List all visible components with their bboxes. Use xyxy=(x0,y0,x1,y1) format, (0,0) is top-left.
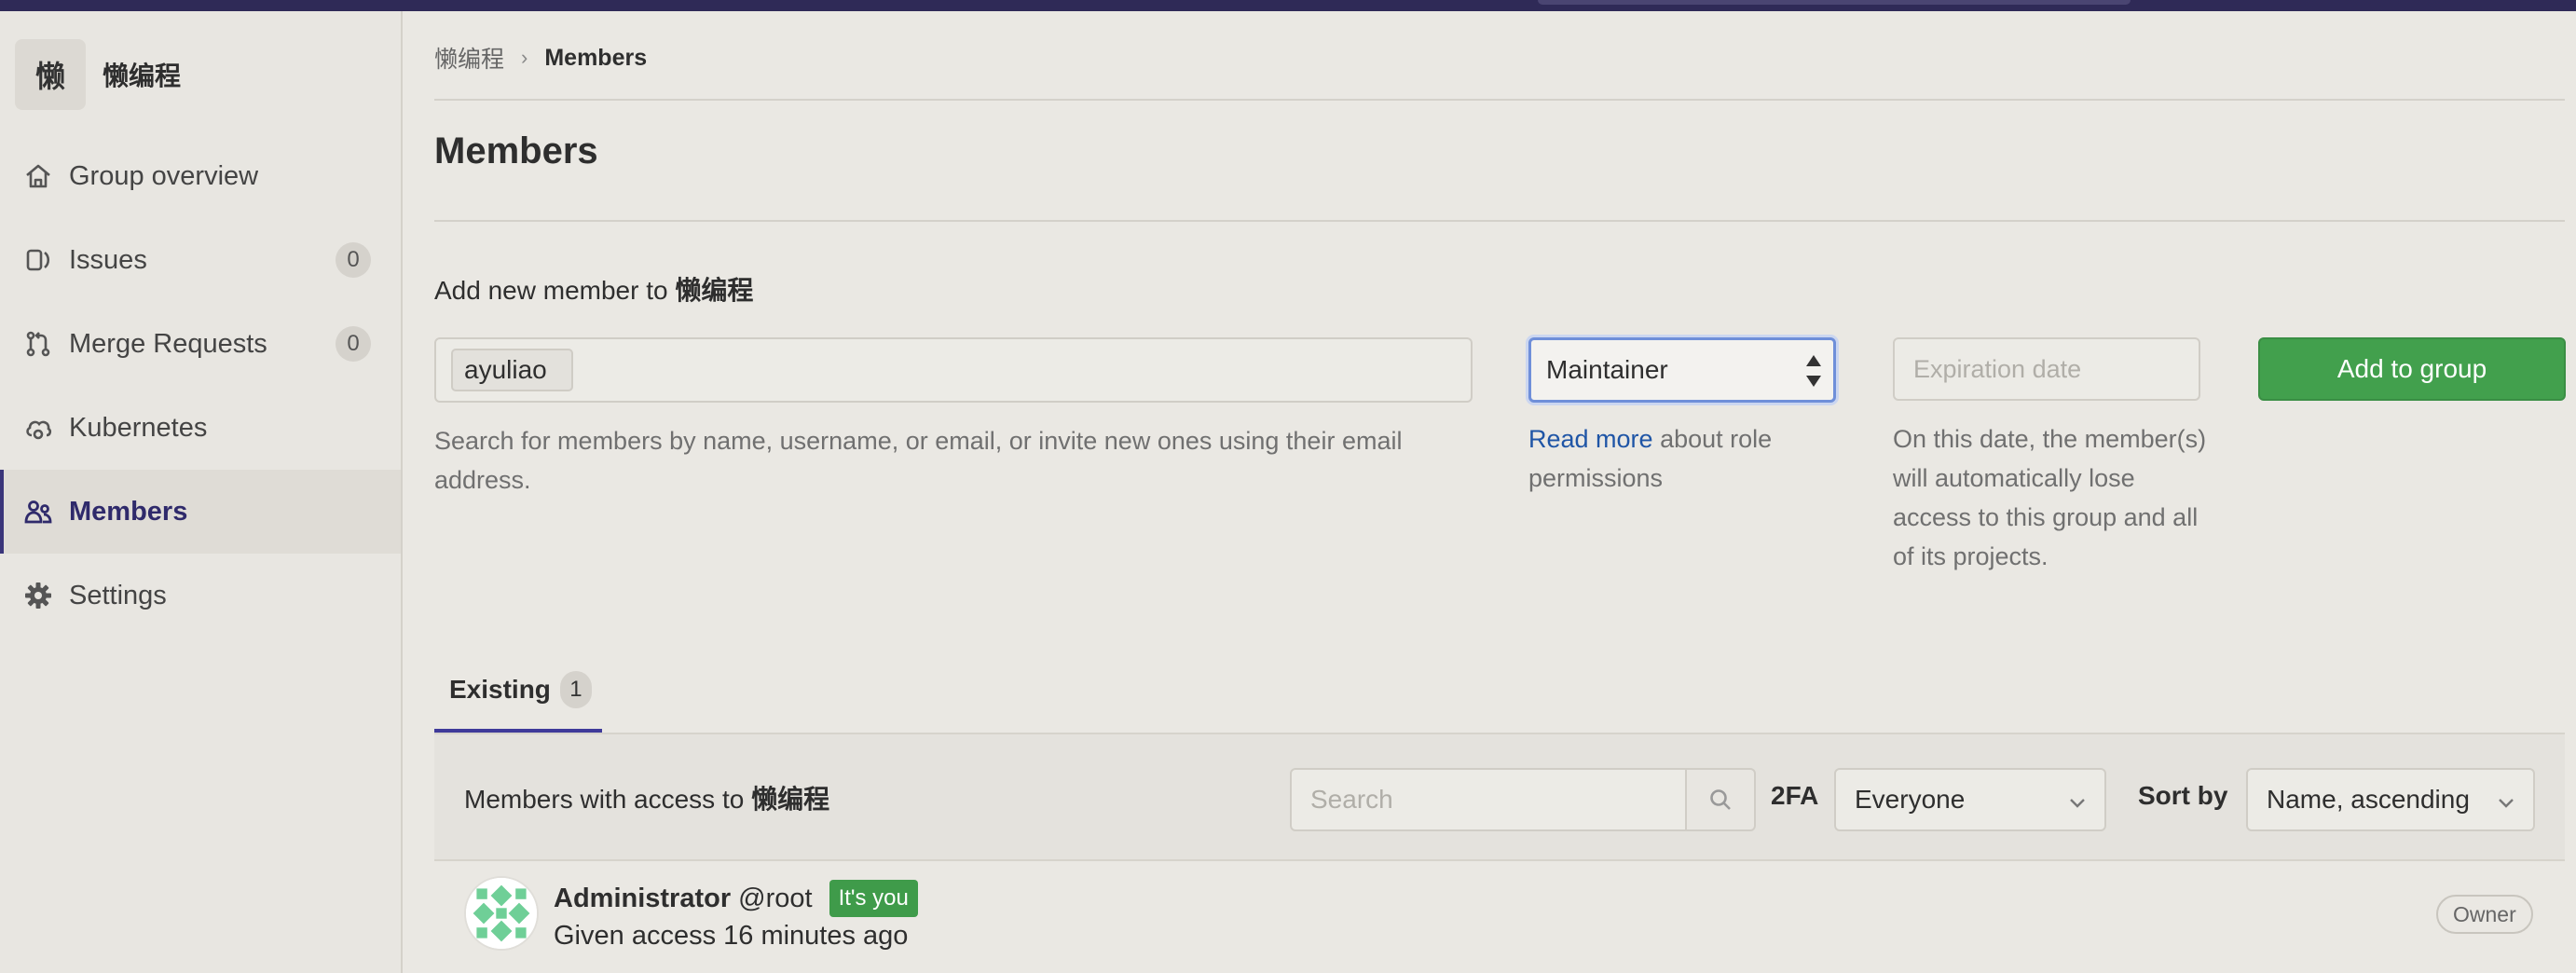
member-filter-search-input[interactable]: Search xyxy=(1290,768,1687,831)
sidebar-item-members[interactable]: Members xyxy=(0,470,401,554)
read-more-link[interactable]: Read more xyxy=(1528,425,1653,453)
sidebar-item-label: Settings xyxy=(69,580,167,610)
sidebar-item-issues[interactable]: Issues 0 xyxy=(0,218,401,302)
select-arrows-icon xyxy=(1805,355,1822,387)
page-title: Members xyxy=(434,130,598,171)
member-name[interactable]: Administrator xyxy=(554,884,731,914)
sidebar-item-label: Members xyxy=(69,496,188,527)
expiration-help: On this date, the member(s) will automat… xyxy=(1893,425,2207,570)
merge-request-icon xyxy=(22,328,54,360)
sort-select-value: Name, ascending xyxy=(2267,785,2470,814)
sidebar-item-label: Issues xyxy=(69,244,147,275)
chevron-down-icon xyxy=(2070,799,2085,808)
role-select[interactable]: Maintainer xyxy=(1528,337,1836,403)
divider xyxy=(434,99,2565,101)
global-search-bar[interactable] xyxy=(1538,0,2131,5)
tab-existing-label: Existing xyxy=(449,675,551,704)
role-help: Read more about role permissions xyxy=(1528,419,1836,498)
breadcrumb-group-link[interactable]: 懒编程 xyxy=(434,41,504,75)
add-member-heading: Add new member to 懒编程 xyxy=(434,270,753,308)
twofa-filter-select[interactable]: Everyone xyxy=(1834,768,2106,831)
issues-icon xyxy=(22,244,54,276)
home-icon xyxy=(22,160,54,192)
avatar[interactable] xyxy=(464,876,539,951)
users-icon xyxy=(22,496,54,528)
sidebar-item-merge-requests[interactable]: Merge Requests 0 xyxy=(0,302,401,386)
sidebar: 懒 懒编程 Group overview Issues 0 Merge Requ… xyxy=(0,11,403,973)
breadcrumb: 懒编程 › Members xyxy=(434,41,647,75)
group-name[interactable]: 懒编程 xyxy=(103,56,181,93)
member-search-input[interactable]: ayuliao xyxy=(434,337,1473,403)
sidebar-item-label: Merge Requests xyxy=(69,328,267,359)
members-tabs: Existing 1 xyxy=(434,651,2565,733)
sidebar-item-group-overview[interactable]: Group overview xyxy=(0,134,401,218)
breadcrumb-separator: › xyxy=(521,46,528,69)
issues-count-badge: 0 xyxy=(336,242,371,278)
tab-existing-count: 1 xyxy=(559,671,592,708)
members-panel-title: Members with access to 懒编程 xyxy=(464,779,829,816)
tab-existing[interactable]: Existing 1 xyxy=(434,651,602,733)
group-avatar[interactable]: 懒 xyxy=(15,39,86,110)
role-select-value: Maintainer xyxy=(1546,355,1668,384)
twofa-label: 2FA xyxy=(1771,781,1819,810)
role-badge: Owner xyxy=(2436,895,2533,934)
members-panel-title-prefix: Members with access to xyxy=(464,785,752,814)
sidebar-item-label: Group overview xyxy=(69,160,259,191)
member-row: Administrator @root It's you Given acces… xyxy=(434,861,2565,973)
sidebar-item-label: Kubernetes xyxy=(69,412,208,443)
add-member-heading-group: 懒编程 xyxy=(675,275,754,306)
search-icon xyxy=(1710,789,1731,810)
selected-user-token[interactable]: ayuliao xyxy=(451,349,573,391)
sort-by-select[interactable]: Name, ascending xyxy=(2246,768,2535,831)
merge-requests-count-badge: 0 xyxy=(336,326,371,362)
members-panel-title-group: 懒编程 xyxy=(751,784,830,815)
member-username: @root xyxy=(738,883,813,913)
member-search-help: Search for members by name, username, or… xyxy=(434,427,1403,494)
members-panel-header: Members with access to 懒编程 Search 2FA Ev… xyxy=(434,733,2565,861)
gear-icon xyxy=(22,580,54,611)
top-navbar xyxy=(0,0,2576,11)
its-you-badge: It's you xyxy=(829,880,918,917)
twofa-select-value: Everyone xyxy=(1855,785,1966,814)
sort-by-label: Sort by xyxy=(2138,781,2228,810)
member-name-line: Administrator @root It's you xyxy=(554,880,918,917)
sidebar-item-kubernetes[interactable]: Kubernetes xyxy=(0,386,401,470)
group-header[interactable]: 懒 懒编程 xyxy=(15,37,388,112)
breadcrumb-current[interactable]: Members xyxy=(544,45,647,72)
chevron-down-icon xyxy=(2499,799,2514,808)
divider xyxy=(434,220,2565,222)
add-member-heading-prefix: Add new member to xyxy=(434,276,676,305)
member-access-info: Given access 16 minutes ago xyxy=(554,921,909,951)
add-to-group-button[interactable]: Add to group xyxy=(2258,337,2566,401)
sidebar-item-settings[interactable]: Settings xyxy=(0,554,401,637)
expiration-date-input[interactable]: Expiration date xyxy=(1893,337,2200,401)
search-button[interactable] xyxy=(1685,768,1756,831)
sidebar-nav: Group overview Issues 0 Merge Requests 0… xyxy=(0,134,401,637)
cloud-gear-icon xyxy=(22,412,54,444)
